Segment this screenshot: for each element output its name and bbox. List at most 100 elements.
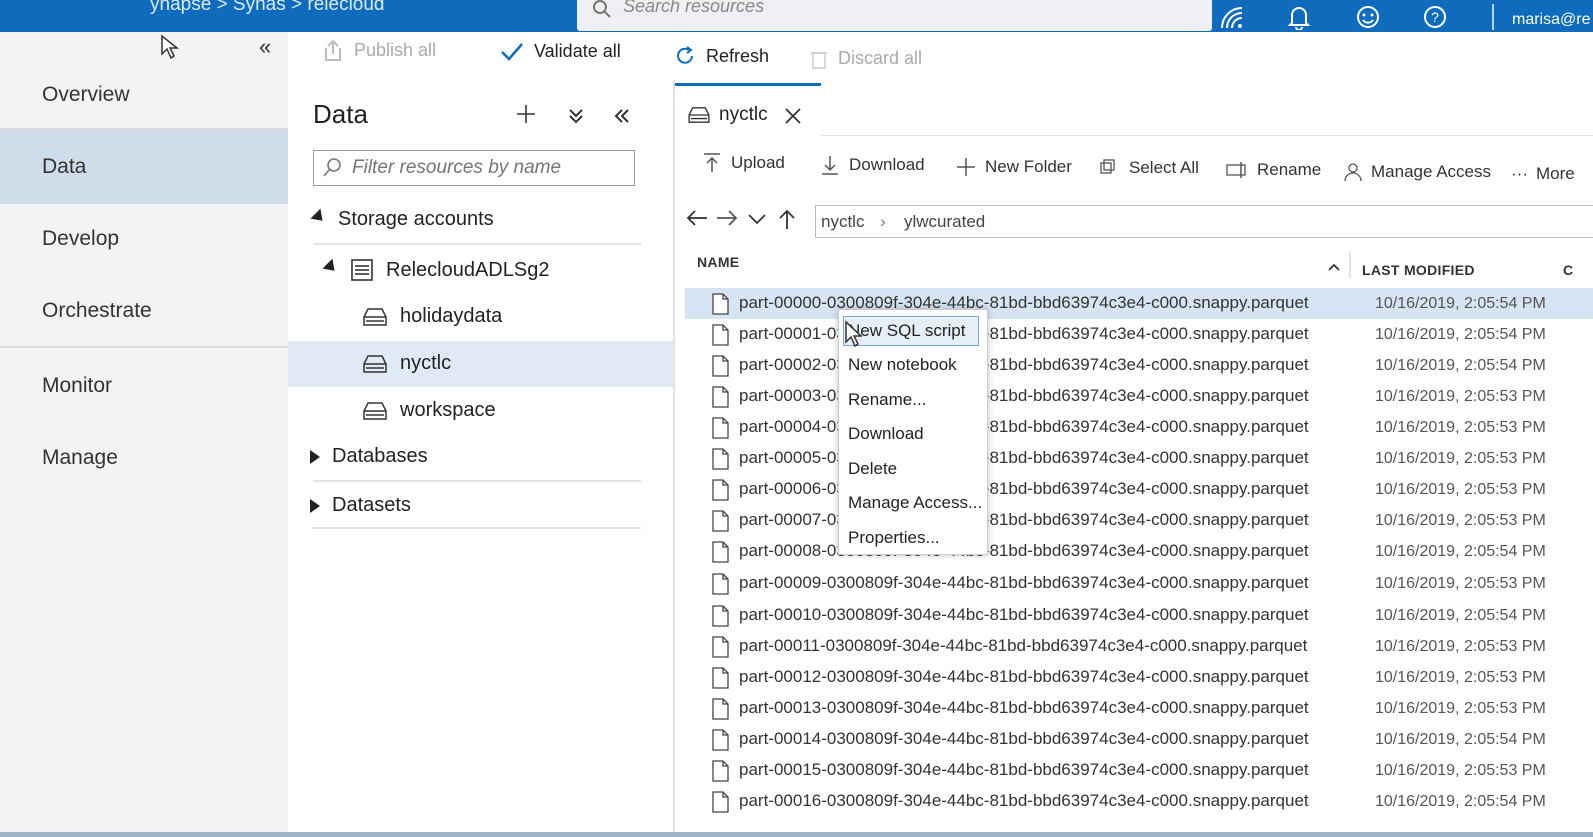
menu-properties[interactable]: Properties... bbox=[848, 528, 940, 548]
publish-icon bbox=[325, 39, 341, 61]
file-icon bbox=[712, 573, 729, 595]
tree-container-nyctlc[interactable]: nyctlc bbox=[362, 352, 451, 375]
rename-button[interactable]: Rename bbox=[1225, 160, 1321, 180]
file-row[interactable]: part-00006-0300809f-304e-44bc-81bd-bbd63… bbox=[685, 474, 1593, 505]
tree-databases[interactable]: Databases bbox=[310, 445, 428, 468]
file-row[interactable]: part-00008-0300809f-304e-44bc-81bd-bbd63… bbox=[685, 536, 1593, 567]
file-row[interactable]: part-00002-0300809f-304e-44bc-81bd-bbd63… bbox=[685, 350, 1593, 381]
file-row[interactable]: part-00010-0300809f-304e-44bc-81bd-bbd63… bbox=[685, 600, 1593, 631]
upload-button[interactable]: Upload bbox=[701, 152, 785, 174]
file-modified: 10/16/2019, 2:05:53 PM bbox=[1375, 575, 1546, 592]
bell-icon[interactable] bbox=[1286, 4, 1312, 30]
path-root[interactable]: nyctlc bbox=[821, 212, 864, 232]
tab-underline bbox=[821, 135, 1593, 136]
mouse-cursor-icon bbox=[161, 34, 180, 60]
close-icon[interactable] bbox=[783, 106, 803, 126]
select-all-button[interactable]: Select All bbox=[1099, 158, 1199, 178]
file-row[interactable]: part-00015-0300809f-304e-44bc-81bd-bbd63… bbox=[685, 755, 1593, 786]
container-label: nyctlc bbox=[400, 352, 452, 374]
tab-label: nyctlc bbox=[719, 104, 768, 125]
menu-download[interactable]: Download bbox=[848, 424, 924, 444]
filter-resources-input[interactable] bbox=[350, 153, 624, 183]
tree-storage-accounts[interactable]: Storage accounts bbox=[310, 208, 494, 231]
account-label: RelecloudADLSg2 bbox=[386, 258, 550, 281]
checkmark-icon bbox=[501, 42, 523, 61]
container-label: workspace bbox=[400, 399, 496, 421]
new-folder-button[interactable]: New Folder bbox=[955, 156, 1072, 178]
file-row[interactable]: part-00001-0300809f-304e-44bc-81bd-bbd63… bbox=[685, 319, 1593, 350]
smiley-icon[interactable] bbox=[1355, 4, 1381, 30]
tree-divider bbox=[313, 480, 641, 482]
top-breadcrumb[interactable]: ynapse > Synas > relecloud bbox=[150, 0, 385, 16]
validate-all-button[interactable]: Validate all bbox=[500, 41, 621, 62]
nav-monitor[interactable]: Monitor bbox=[0, 349, 288, 423]
sort-ascending-icon[interactable] bbox=[1327, 262, 1341, 272]
file-icon bbox=[712, 417, 729, 439]
menu-new-sql-script[interactable]: New SQL script bbox=[843, 316, 979, 346]
discard-all-button[interactable]: Discard all bbox=[810, 48, 922, 69]
tree-container-workspace[interactable]: workspace bbox=[362, 399, 496, 422]
file-icon bbox=[712, 605, 729, 627]
upload-label: Upload bbox=[731, 153, 785, 172]
up-arrow-icon[interactable] bbox=[777, 208, 797, 230]
file-modified: 10/16/2019, 2:05:53 PM bbox=[1375, 388, 1546, 405]
nav-data[interactable]: Data bbox=[0, 130, 288, 204]
file-row[interactable]: part-00014-0300809f-304e-44bc-81bd-bbd63… bbox=[685, 724, 1593, 755]
publish-all-button[interactable]: Publish all bbox=[322, 38, 436, 62]
column-header-extra[interactable]: C bbox=[1563, 262, 1573, 278]
user-account[interactable]: marisa@re bbox=[1512, 11, 1590, 29]
file-name: part-00010-0300809f-304e-44bc-81bd-bbd63… bbox=[739, 605, 1309, 624]
tree-container-holidaydata[interactable]: holidaydata bbox=[362, 305, 502, 328]
menu-new-notebook[interactable]: New notebook bbox=[848, 355, 957, 375]
filter-resources-field[interactable] bbox=[313, 150, 635, 186]
file-row[interactable]: part-00007-0300809f-304e-44bc-81bd-bbd63… bbox=[685, 505, 1593, 536]
manage-access-button[interactable]: Manage Access bbox=[1343, 162, 1491, 182]
download-button[interactable]: Download bbox=[819, 154, 925, 176]
file-row[interactable]: part-00003-0300809f-304e-44bc-81bd-bbd63… bbox=[685, 381, 1593, 412]
expanded-caret-icon bbox=[310, 208, 328, 226]
file-row[interactable]: part-00012-0300809f-304e-44bc-81bd-bbd63… bbox=[685, 662, 1593, 693]
path-sub[interactable]: ylwcurated bbox=[904, 212, 985, 232]
file-modified: 10/16/2019, 2:05:54 PM bbox=[1375, 731, 1546, 748]
forward-arrow-icon[interactable] bbox=[715, 208, 739, 228]
plus-icon bbox=[957, 158, 975, 176]
file-row[interactable]: part-00013-0300809f-304e-44bc-81bd-bbd63… bbox=[685, 693, 1593, 724]
nav-develop[interactable]: Develop bbox=[0, 202, 288, 276]
more-button[interactable]: ··· More bbox=[1511, 164, 1575, 184]
help-icon[interactable]: ? bbox=[1422, 4, 1448, 30]
expand-all-icon[interactable] bbox=[566, 106, 586, 126]
file-modified: 10/16/2019, 2:05:53 PM bbox=[1375, 762, 1546, 779]
bottom-scrollbar[interactable] bbox=[0, 832, 1593, 837]
file-row[interactable]: part-00000-0300809f-304e-44bc-81bd-bbd63… bbox=[685, 288, 1593, 319]
wifi-signal-icon[interactable] bbox=[1218, 4, 1244, 30]
collapse-nav-icon[interactable]: « bbox=[259, 34, 271, 60]
nav-overview[interactable]: Overview bbox=[0, 58, 288, 132]
menu-manage-access[interactable]: Manage Access... bbox=[848, 493, 982, 513]
file-modified: 10/16/2019, 2:05:53 PM bbox=[1375, 669, 1546, 686]
column-header-last-modified[interactable]: LAST MODIFIED bbox=[1362, 262, 1475, 278]
nav-orchestrate[interactable]: Orchestrate bbox=[0, 274, 288, 348]
file-row[interactable]: part-00005-0300809f-304e-44bc-81bd-bbd63… bbox=[685, 443, 1593, 474]
tree-account-relecloud[interactable]: RelecloudADLSg2 bbox=[322, 258, 550, 282]
tree-datasets[interactable]: Datasets bbox=[310, 494, 411, 517]
file-row[interactable]: part-00011-0300809f-304e-44bc-81bd-bbd63… bbox=[685, 631, 1593, 662]
file-icon bbox=[712, 479, 729, 501]
column-header-name[interactable]: NAME bbox=[697, 254, 739, 270]
file-row[interactable]: part-00009-0300809f-304e-44bc-81bd-bbd63… bbox=[685, 568, 1593, 599]
chevron-down-icon[interactable] bbox=[747, 212, 767, 226]
file-modified: 10/16/2019, 2:05:53 PM bbox=[1375, 481, 1546, 498]
path-breadcrumb[interactable]: nyctlc › ylwcurated bbox=[815, 205, 1593, 238]
collapse-panel-icon[interactable] bbox=[612, 106, 632, 126]
nav-manage[interactable]: Manage bbox=[0, 421, 288, 495]
menu-delete[interactable]: Delete bbox=[848, 459, 897, 479]
upload-icon bbox=[704, 153, 720, 172]
menu-rename[interactable]: Rename... bbox=[848, 390, 926, 410]
search-resources-input[interactable]: Search resources bbox=[577, 0, 1212, 31]
tab-nyctlc[interactable]: nyctlc bbox=[675, 83, 821, 138]
file-modified: 10/16/2019, 2:05:54 PM bbox=[1375, 357, 1546, 374]
file-row[interactable]: part-00016-0300809f-304e-44bc-81bd-bbd63… bbox=[685, 786, 1593, 817]
file-row[interactable]: part-00004-0300809f-304e-44bc-81bd-bbd63… bbox=[685, 412, 1593, 443]
back-arrow-icon[interactable] bbox=[685, 208, 709, 228]
refresh-button[interactable]: Refresh bbox=[674, 45, 769, 67]
add-icon[interactable] bbox=[514, 102, 538, 126]
